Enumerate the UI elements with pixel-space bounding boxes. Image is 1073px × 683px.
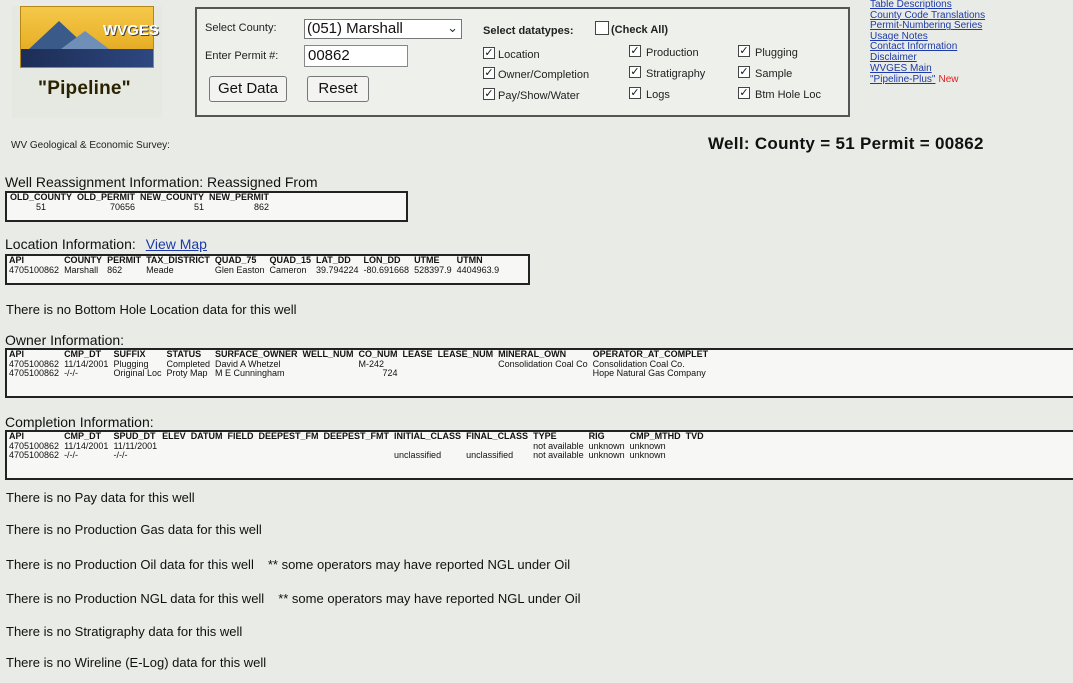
production-checkbox[interactable]: ✓	[629, 45, 641, 57]
get-data-button[interactable]: Get Data	[209, 76, 287, 102]
table-row: 4705100862 Marshall 862 Meade Glen Easto…	[9, 264, 500, 275]
btm-hole-loc-label: Btm Hole Loc	[755, 89, 822, 101]
stratigraphy-checkbox[interactable]: ✓	[629, 66, 641, 78]
mountain-small-icon	[61, 31, 109, 49]
query-form: Select County: (051) Marshall ⌄ Enter Pe…	[195, 7, 850, 117]
no-wireline-message: There is no Wireline (E-Log) data for th…	[6, 655, 267, 670]
logs-label: Logs	[646, 89, 670, 101]
table-row: 4705100862 -/-/- -/-/- unclassified uncl…	[9, 450, 666, 461]
check-all-checkbox[interactable]	[595, 21, 609, 35]
owner-table: API CMP_DT SUFFIX STATUS SURFACE_OWNER W…	[5, 348, 1073, 398]
no-production-gas-message: There is no Production Gas data for this…	[6, 522, 262, 537]
completion-title: Completion Information:	[5, 414, 154, 430]
new-badge: New	[938, 74, 959, 86]
survey-label: WV Geological & Economic Survey:	[11, 140, 170, 151]
logs-checkbox[interactable]: ✓	[629, 87, 641, 99]
well-heading: Well: County = 51 Permit = 00862	[708, 134, 984, 153]
permit-input[interactable]: 00862	[304, 45, 408, 67]
link-pipeline-plus[interactable]: "Pipeline-Plus"	[870, 74, 935, 85]
pay-show-water-checkbox[interactable]: ✓	[483, 88, 495, 100]
logo-text: WVGES	[103, 22, 159, 39]
county-select[interactable]: (051) Marshall ⌄	[304, 19, 462, 39]
permit-label: Enter Permit #:	[205, 50, 279, 62]
owner-completion-label: Owner/Completion	[498, 69, 590, 81]
link-wvges-main[interactable]: WVGES Main	[870, 63, 1070, 75]
reassign-table: OLD_COUNTY OLD_PERMIT NEW_COUNTY NEW_PER…	[5, 191, 408, 222]
sample-label: Sample	[755, 68, 793, 80]
datatypes-label: Select datatypes:	[483, 25, 574, 37]
location-title: Location Information: View Map	[5, 236, 207, 252]
no-pay-message: There is no Pay data for this well	[6, 490, 195, 505]
location-label: Location	[498, 49, 540, 61]
chevron-down-icon: ⌄	[447, 20, 458, 35]
completion-table: API CMP_DT SPUD_DT ELEV DATUM FIELD DEEP…	[5, 430, 1073, 480]
wvges-logo: WVGES	[12, 6, 162, 118]
no-production-ngl-message: There is no Production NGL data for this…	[6, 591, 581, 606]
table-header-row: OLD_COUNTY OLD_PERMIT NEW_COUNTY NEW_PER…	[10, 192, 270, 202]
ngl-note: ** some operators may have reported NGL …	[278, 591, 581, 606]
location-table: API COUNTY PERMIT TAX_DISTRICT QUAD_75 Q…	[5, 254, 530, 285]
no-stratigraphy-message: There is no Stratigraphy data for this w…	[6, 624, 243, 639]
ngl-note: ** some operators may have reported NGL …	[267, 557, 571, 572]
link-disclaimer[interactable]: Disclaimer	[870, 52, 1070, 64]
sample-checkbox[interactable]: ✓	[738, 66, 750, 78]
reassign-title: Well Reassignment Information: Reassigne…	[5, 174, 318, 190]
table-row: 4705100862 -/-/- Original Loc Proty Map …	[9, 368, 706, 379]
link-table-descriptions[interactable]: Table Descriptions	[870, 0, 1070, 11]
logo-image: WVGES	[20, 6, 159, 68]
nav-links: Table Descriptions County Code Translati…	[870, 0, 1070, 86]
pipeline-title: "Pipeline"	[38, 78, 131, 99]
pay-show-water-label: Pay/Show/Water	[498, 90, 580, 102]
plugging-label: Plugging	[755, 47, 798, 59]
no-production-oil-message: There is no Production Oil data for this…	[6, 557, 571, 572]
table-row: 51 70656 51 862	[36, 201, 270, 212]
production-label: Production	[646, 47, 699, 59]
view-map-link[interactable]: View Map	[146, 236, 207, 252]
owner-title: Owner Information:	[5, 332, 125, 348]
owner-completion-checkbox[interactable]: ✓	[483, 67, 495, 79]
btm-hole-loc-checkbox[interactable]: ✓	[738, 87, 750, 99]
reset-button[interactable]: Reset	[307, 76, 369, 102]
check-all-label: (Check All)	[611, 24, 669, 36]
stratigraphy-label: Stratigraphy	[646, 68, 706, 80]
plugging-checkbox[interactable]: ✓	[738, 45, 750, 57]
county-label: Select County:	[205, 22, 277, 34]
location-checkbox[interactable]: ✓	[483, 47, 495, 59]
no-bottom-hole-message: There is no Bottom Hole Location data fo…	[6, 302, 297, 317]
